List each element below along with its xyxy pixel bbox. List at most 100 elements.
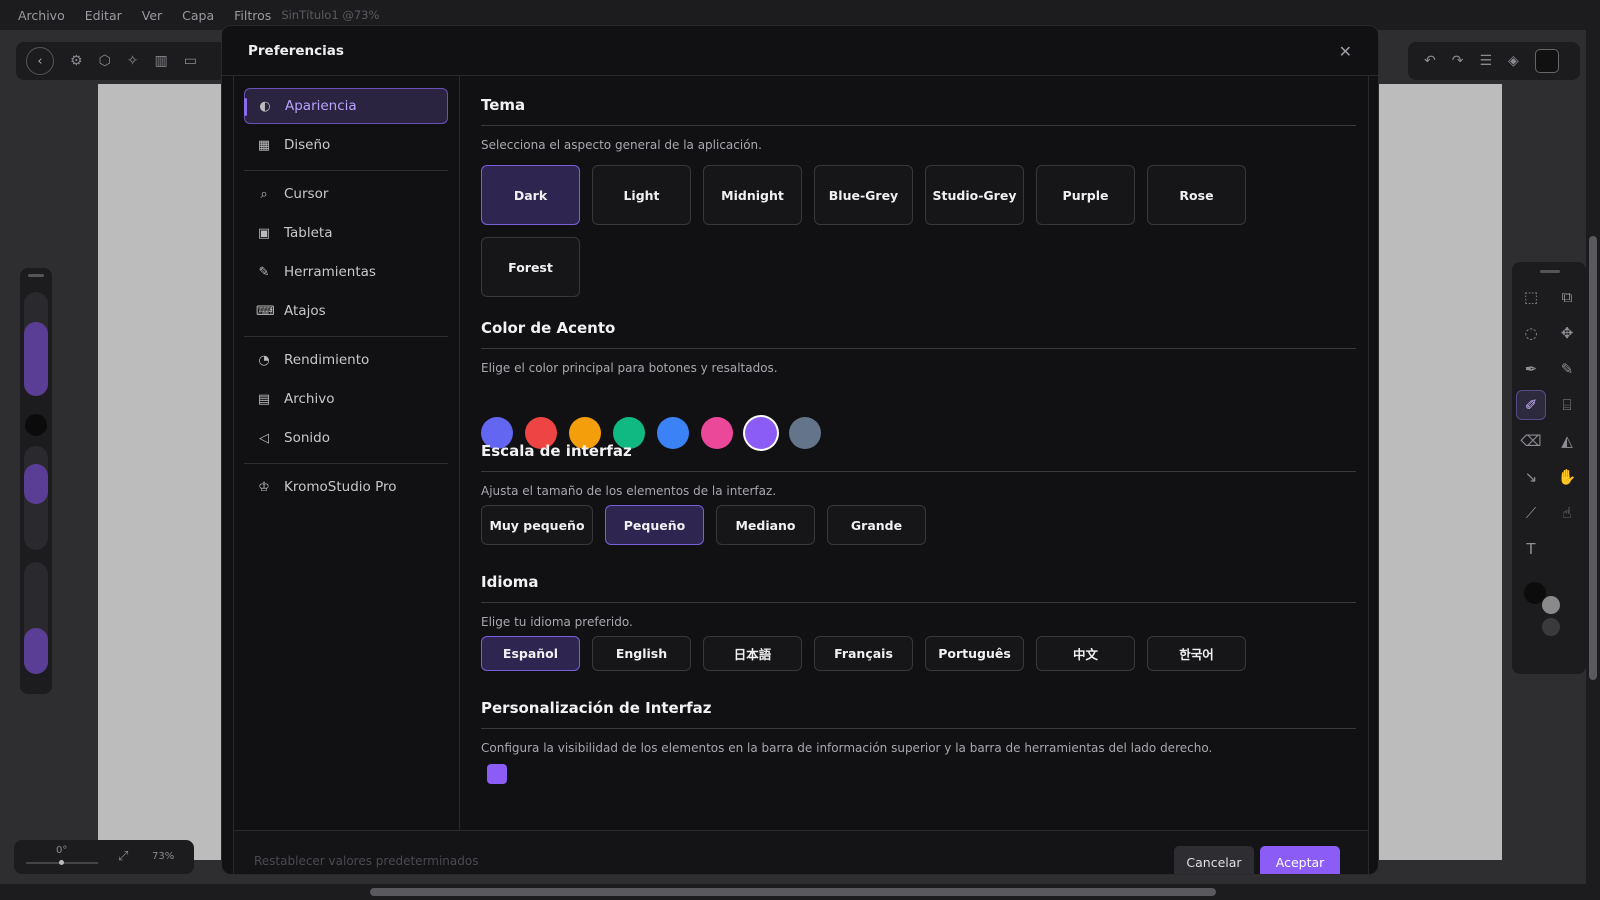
redo-icon[interactable]: ↷ [1452,53,1464,69]
accent-swatch-violet[interactable] [745,417,777,449]
text-icon[interactable]: T [1516,534,1546,564]
back-icon[interactable]: ‹ [26,47,54,75]
hand-icon[interactable]: ✋ [1552,462,1582,492]
theme-option-studio-grey[interactable]: Studio-Grey [925,165,1024,225]
vertical-scroll-thumb[interactable] [1589,236,1597,680]
gradient-icon[interactable]: ▥ [155,53,168,69]
nav-label: KromoStudio Pro [284,479,397,495]
section-desc-language: Elige tu idioma preferido. [481,615,633,629]
nav-cursor[interactable]: ⌕ Cursor [244,176,448,212]
nav-diseno[interactable]: ▦ Diseño [244,127,448,163]
airbrush-icon[interactable]: ⌸ [1552,390,1582,420]
nav-rendimiento[interactable]: ◔ Rendimiento [244,342,448,378]
color-picker-swatch[interactable] [1534,49,1559,73]
section-title-customization: Personalización de Interfaz [481,699,712,717]
brush-size-slider[interactable] [24,292,48,396]
section-divider [481,348,1356,349]
scale-option-mediano[interactable]: Mediano [716,505,815,545]
panel-grip[interactable] [1540,270,1560,273]
fit-screen-icon[interactable]: ⤢ [118,849,128,864]
nav-label: Archivo [284,391,335,407]
reset-defaults-button[interactable]: Restablecer valores predeterminados [254,854,478,868]
nav-label: Sonido [284,430,330,446]
tertiary-color-swatch[interactable] [1542,618,1560,636]
window-icon[interactable]: ▭ [184,53,197,69]
move-icon[interactable]: ✥ [1552,318,1582,348]
scale-option-grande[interactable]: Grande [827,505,926,545]
rotation-slider-handle[interactable] [59,860,64,865]
nav-herramientas[interactable]: ✎ Herramientas [244,254,448,290]
menu-archivo[interactable]: Archivo [18,8,65,23]
color-dot[interactable] [25,414,47,436]
nav-label: Herramientas [284,264,376,280]
theme-option-light[interactable]: Light [592,165,691,225]
rect-select-icon[interactable]: ⬚ [1516,282,1546,312]
dialog-footer: Restablecer valores predeterminados Canc… [233,830,1369,874]
section-title-scale: Escala de interfaz [481,442,632,460]
flow-slider[interactable] [24,562,48,674]
theme-option-midnight[interactable]: Midnight [703,165,802,225]
nav-sonido[interactable]: ◁ Sonido [244,420,448,456]
preferences-dialog: Preferencias ✕ ◐ Apariencia ▦ Diseño ⌕ C… [221,25,1379,875]
layers-icon[interactable]: ◈ [1508,53,1519,69]
close-icon[interactable]: ✕ [1339,42,1352,61]
theme-option-forest[interactable]: Forest [481,237,580,297]
smudge-icon[interactable]: ↘ [1516,462,1546,492]
scale-option-pequeno[interactable]: Pequeño [605,505,704,545]
horizontal-scroll-thumb[interactable] [370,888,1216,896]
opacity-slider[interactable] [24,446,48,550]
accent-swatch-slate[interactable] [789,417,821,449]
brush-icon[interactable]: ✐ [1516,390,1546,420]
theme-option-rose[interactable]: Rose [1147,165,1246,225]
cube-icon[interactable]: ⬡ [99,53,111,69]
cancel-button[interactable]: Cancelar [1174,846,1254,874]
menu-ver[interactable]: Ver [142,8,162,23]
language-option-japanese[interactable]: 日本語 [703,636,802,671]
language-option-english[interactable]: English [592,636,691,671]
finger-icon[interactable]: ☝ [1552,498,1582,528]
nav-kromostudio-pro[interactable]: ♔ KromoStudio Pro [244,469,448,505]
line-icon[interactable]: ⟋ [1516,498,1546,528]
menu-capa[interactable]: Capa [182,8,214,23]
speaker-icon: ◁ [259,430,269,446]
cursor-search-icon: ⌕ [260,186,268,202]
theme-option-dark[interactable]: Dark [481,165,580,225]
menu-filtros[interactable]: Filtros [234,8,271,23]
magic-wand-icon[interactable]: ✧ [127,53,139,69]
language-option-francais[interactable]: Français [814,636,913,671]
panel-grip[interactable] [28,274,44,277]
nav-archivo[interactable]: ▤ Archivo [244,381,448,417]
nav-label: Cursor [284,186,329,202]
horizontal-scrollbar[interactable] [0,884,1600,900]
language-option-korean[interactable]: 한국어 [1147,636,1246,671]
accept-button[interactable]: Aceptar [1260,846,1340,874]
accent-swatch-blue[interactable] [657,417,689,449]
nav-tableta[interactable]: ▣ Tableta [244,215,448,251]
palette-icon: ◐ [259,98,271,114]
language-option-chinese[interactable]: 中文 [1036,636,1135,671]
nav-apariencia[interactable]: ◐ Apariencia [244,88,448,124]
checkbox-show-info[interactable] [487,764,507,784]
vertical-scrollbar[interactable] [1586,0,1600,884]
accent-swatch-pink[interactable] [701,417,733,449]
adjustments-icon[interactable]: ☰ [1479,53,1492,69]
eraser-icon[interactable]: ⌫ [1516,426,1546,456]
lasso-icon[interactable]: ◌ [1516,318,1546,348]
nav-atajos[interactable]: ⌨ Atajos [244,293,448,329]
pen-icon[interactable]: ✒ [1516,354,1546,384]
pencil-icon[interactable]: ✎ [1552,354,1582,384]
scale-option-muy-pequeno[interactable]: Muy pequeño [481,505,593,545]
undo-icon[interactable]: ↶ [1424,53,1436,69]
language-option-portugues[interactable]: Português [925,636,1024,671]
menu-editar[interactable]: Editar [85,8,122,23]
fill-bucket-icon[interactable]: ◭ [1552,426,1582,456]
rotation-value: 0° [56,845,68,856]
theme-option-purple[interactable]: Purple [1036,165,1135,225]
language-option-espanol[interactable]: Español [481,636,580,671]
shapes-icon[interactable]: ⧉ [1552,282,1582,312]
brush-icon: ✎ [258,264,270,280]
secondary-color-swatch[interactable] [1542,596,1560,614]
theme-option-blue-grey[interactable]: Blue-Grey [814,165,913,225]
gear-icon[interactable]: ⚙ [70,53,83,69]
right-tools-panel: ⬚ ⧉ ◌ ✥ ✒ ✎ ✐ ⌸ ⌫ ◭ ↘ ✋ ⟋ ☝ T [1512,262,1586,674]
